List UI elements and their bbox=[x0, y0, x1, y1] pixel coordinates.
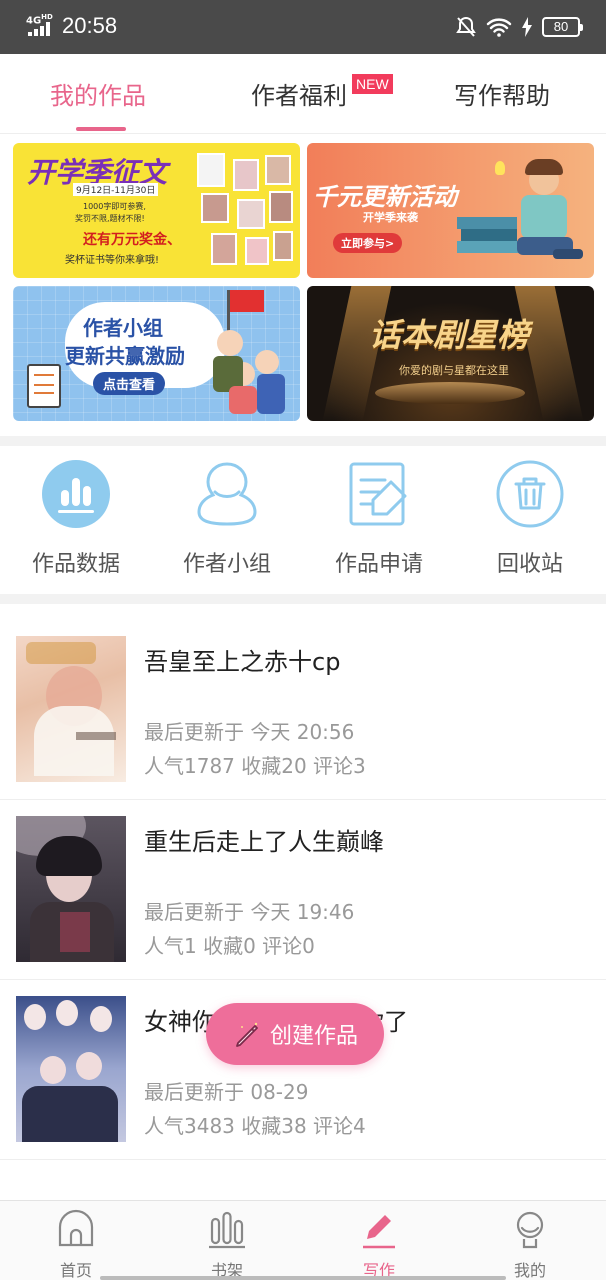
work-cover bbox=[16, 816, 126, 962]
quick-action-label: 作者小组 bbox=[182, 552, 271, 577]
tab-my-works[interactable]: 我的作品 bbox=[50, 76, 146, 111]
banner-photo-collage bbox=[191, 149, 295, 271]
banner-title: 千元更新活动 bbox=[313, 183, 457, 211]
bottom-navigation: 首页 书架 写作 我的 bbox=[0, 1200, 606, 1280]
bookshelf-icon bbox=[209, 1211, 245, 1249]
section-divider bbox=[0, 436, 606, 446]
quick-action-label: 作品数据 bbox=[31, 552, 120, 577]
signal-icon bbox=[28, 22, 54, 36]
active-tab-indicator bbox=[76, 127, 126, 131]
stage-platform bbox=[375, 382, 525, 404]
quick-action-label: 作品申请 bbox=[334, 552, 423, 577]
quick-action-work-apply[interactable]: 作品申请 bbox=[303, 460, 455, 578]
create-work-label: 创建作品 bbox=[269, 1024, 358, 1049]
banner-view-button[interactable]: 点击查看 bbox=[93, 372, 166, 395]
bar-chart-icon bbox=[42, 460, 110, 528]
banner-title: 作者小组 bbox=[83, 316, 163, 340]
banner-drama-ranking[interactable]: 话本剧星榜 你爱的剧与星都在这里 bbox=[307, 286, 594, 421]
quick-action-label: 回收站 bbox=[496, 552, 563, 577]
quick-action-work-data[interactable]: 作品数据 bbox=[0, 460, 152, 578]
create-work-button[interactable]: 创建作品 bbox=[206, 1003, 384, 1065]
work-item[interactable]: 吾皇至上之赤十cp 最后更新于 今天 20:56 人气1787 收藏20 评论3 bbox=[0, 620, 606, 800]
banner-title: 话本剧星榜 bbox=[369, 316, 530, 354]
battery-indicator: 80 bbox=[542, 17, 583, 37]
work-title: 吾皇至上之赤十cp bbox=[144, 648, 341, 676]
work-cover bbox=[16, 636, 126, 782]
work-stats: 人气1787 收藏20 评论3 bbox=[144, 754, 366, 778]
pen-icon bbox=[363, 1215, 395, 1249]
home-indicator[interactable] bbox=[100, 1276, 506, 1280]
nav-write[interactable]: 写作 bbox=[329, 1209, 429, 1280]
work-title: 重生后走上了人生巅峰 bbox=[144, 828, 384, 856]
banner-prize-text: 还有万元奖金、 bbox=[83, 232, 181, 248]
nav-home[interactable]: 首页 bbox=[26, 1209, 126, 1280]
trash-icon bbox=[496, 460, 564, 528]
profile-icon bbox=[516, 1211, 544, 1249]
work-stats: 人气1 收藏0 评论0 bbox=[144, 934, 315, 958]
nav-bookshelf[interactable]: 书架 bbox=[177, 1209, 277, 1280]
work-updated: 最后更新于 08-29 bbox=[144, 1080, 309, 1104]
clipboard-icon bbox=[27, 364, 61, 408]
banner-title: 更新共赢激励 bbox=[65, 344, 185, 368]
banner-text: 奖罚不限,题材不限! bbox=[75, 214, 145, 223]
new-badge: NEW bbox=[352, 74, 393, 94]
pencil-icon bbox=[236, 1022, 258, 1047]
wifi-icon bbox=[486, 18, 512, 37]
section-divider bbox=[0, 594, 606, 604]
work-updated: 最后更新于 今天 19:46 bbox=[144, 900, 355, 924]
banner-text: 奖杯证书等你来拿哦! bbox=[65, 255, 160, 266]
status-bar: 4GHD 20:58 80 bbox=[0, 0, 606, 54]
tab-writing-help[interactable]: 写作帮助 bbox=[454, 76, 550, 111]
banner-illustration bbox=[209, 290, 295, 418]
status-time: 20:58 bbox=[62, 13, 118, 38]
work-item[interactable]: 重生后走上了人生巅峰 最后更新于 今天 19:46 人气1 收藏0 评论0 bbox=[0, 800, 606, 980]
group-icon bbox=[197, 462, 257, 526]
banner-illustration bbox=[457, 157, 587, 275]
banner-subtitle: 开学季来袭 bbox=[363, 211, 418, 224]
banner-subtitle: 你爱的剧与星都在这里 bbox=[399, 364, 509, 377]
banner-text: 1000字即可参赛, bbox=[83, 202, 146, 211]
edit-document-icon bbox=[349, 462, 407, 526]
tab-author-benefits[interactable]: 作者福利 bbox=[251, 76, 347, 111]
work-updated: 最后更新于 今天 20:56 bbox=[144, 720, 355, 744]
banner-dates: 9月12日-11月30日 bbox=[73, 183, 159, 196]
home-icon bbox=[58, 1209, 94, 1247]
nav-profile[interactable]: 我的 bbox=[480, 1209, 580, 1280]
quick-action-author-group[interactable]: 作者小组 bbox=[151, 460, 303, 578]
charging-icon bbox=[522, 17, 532, 37]
banner-join-button[interactable]: 立即参与> bbox=[333, 233, 403, 253]
work-cover bbox=[16, 996, 126, 1142]
mute-bell-icon bbox=[456, 16, 476, 37]
top-tabs: 我的作品 作者福利 NEW 写作帮助 bbox=[0, 54, 606, 134]
banner-update-event[interactable]: 千元更新活动 开学季来袭 立即参与> bbox=[307, 143, 594, 278]
banner-author-group[interactable]: 作者小组 更新共赢激励 点击查看 bbox=[13, 286, 300, 421]
quick-action-recycle-bin[interactable]: 回收站 bbox=[454, 460, 606, 578]
banner-essay-contest[interactable]: 开学季征文 9月12日-11月30日 1000字即可参赛, 奖罚不限,题材不限!… bbox=[13, 143, 300, 278]
work-stats: 人气3483 收藏38 评论4 bbox=[144, 1114, 366, 1138]
